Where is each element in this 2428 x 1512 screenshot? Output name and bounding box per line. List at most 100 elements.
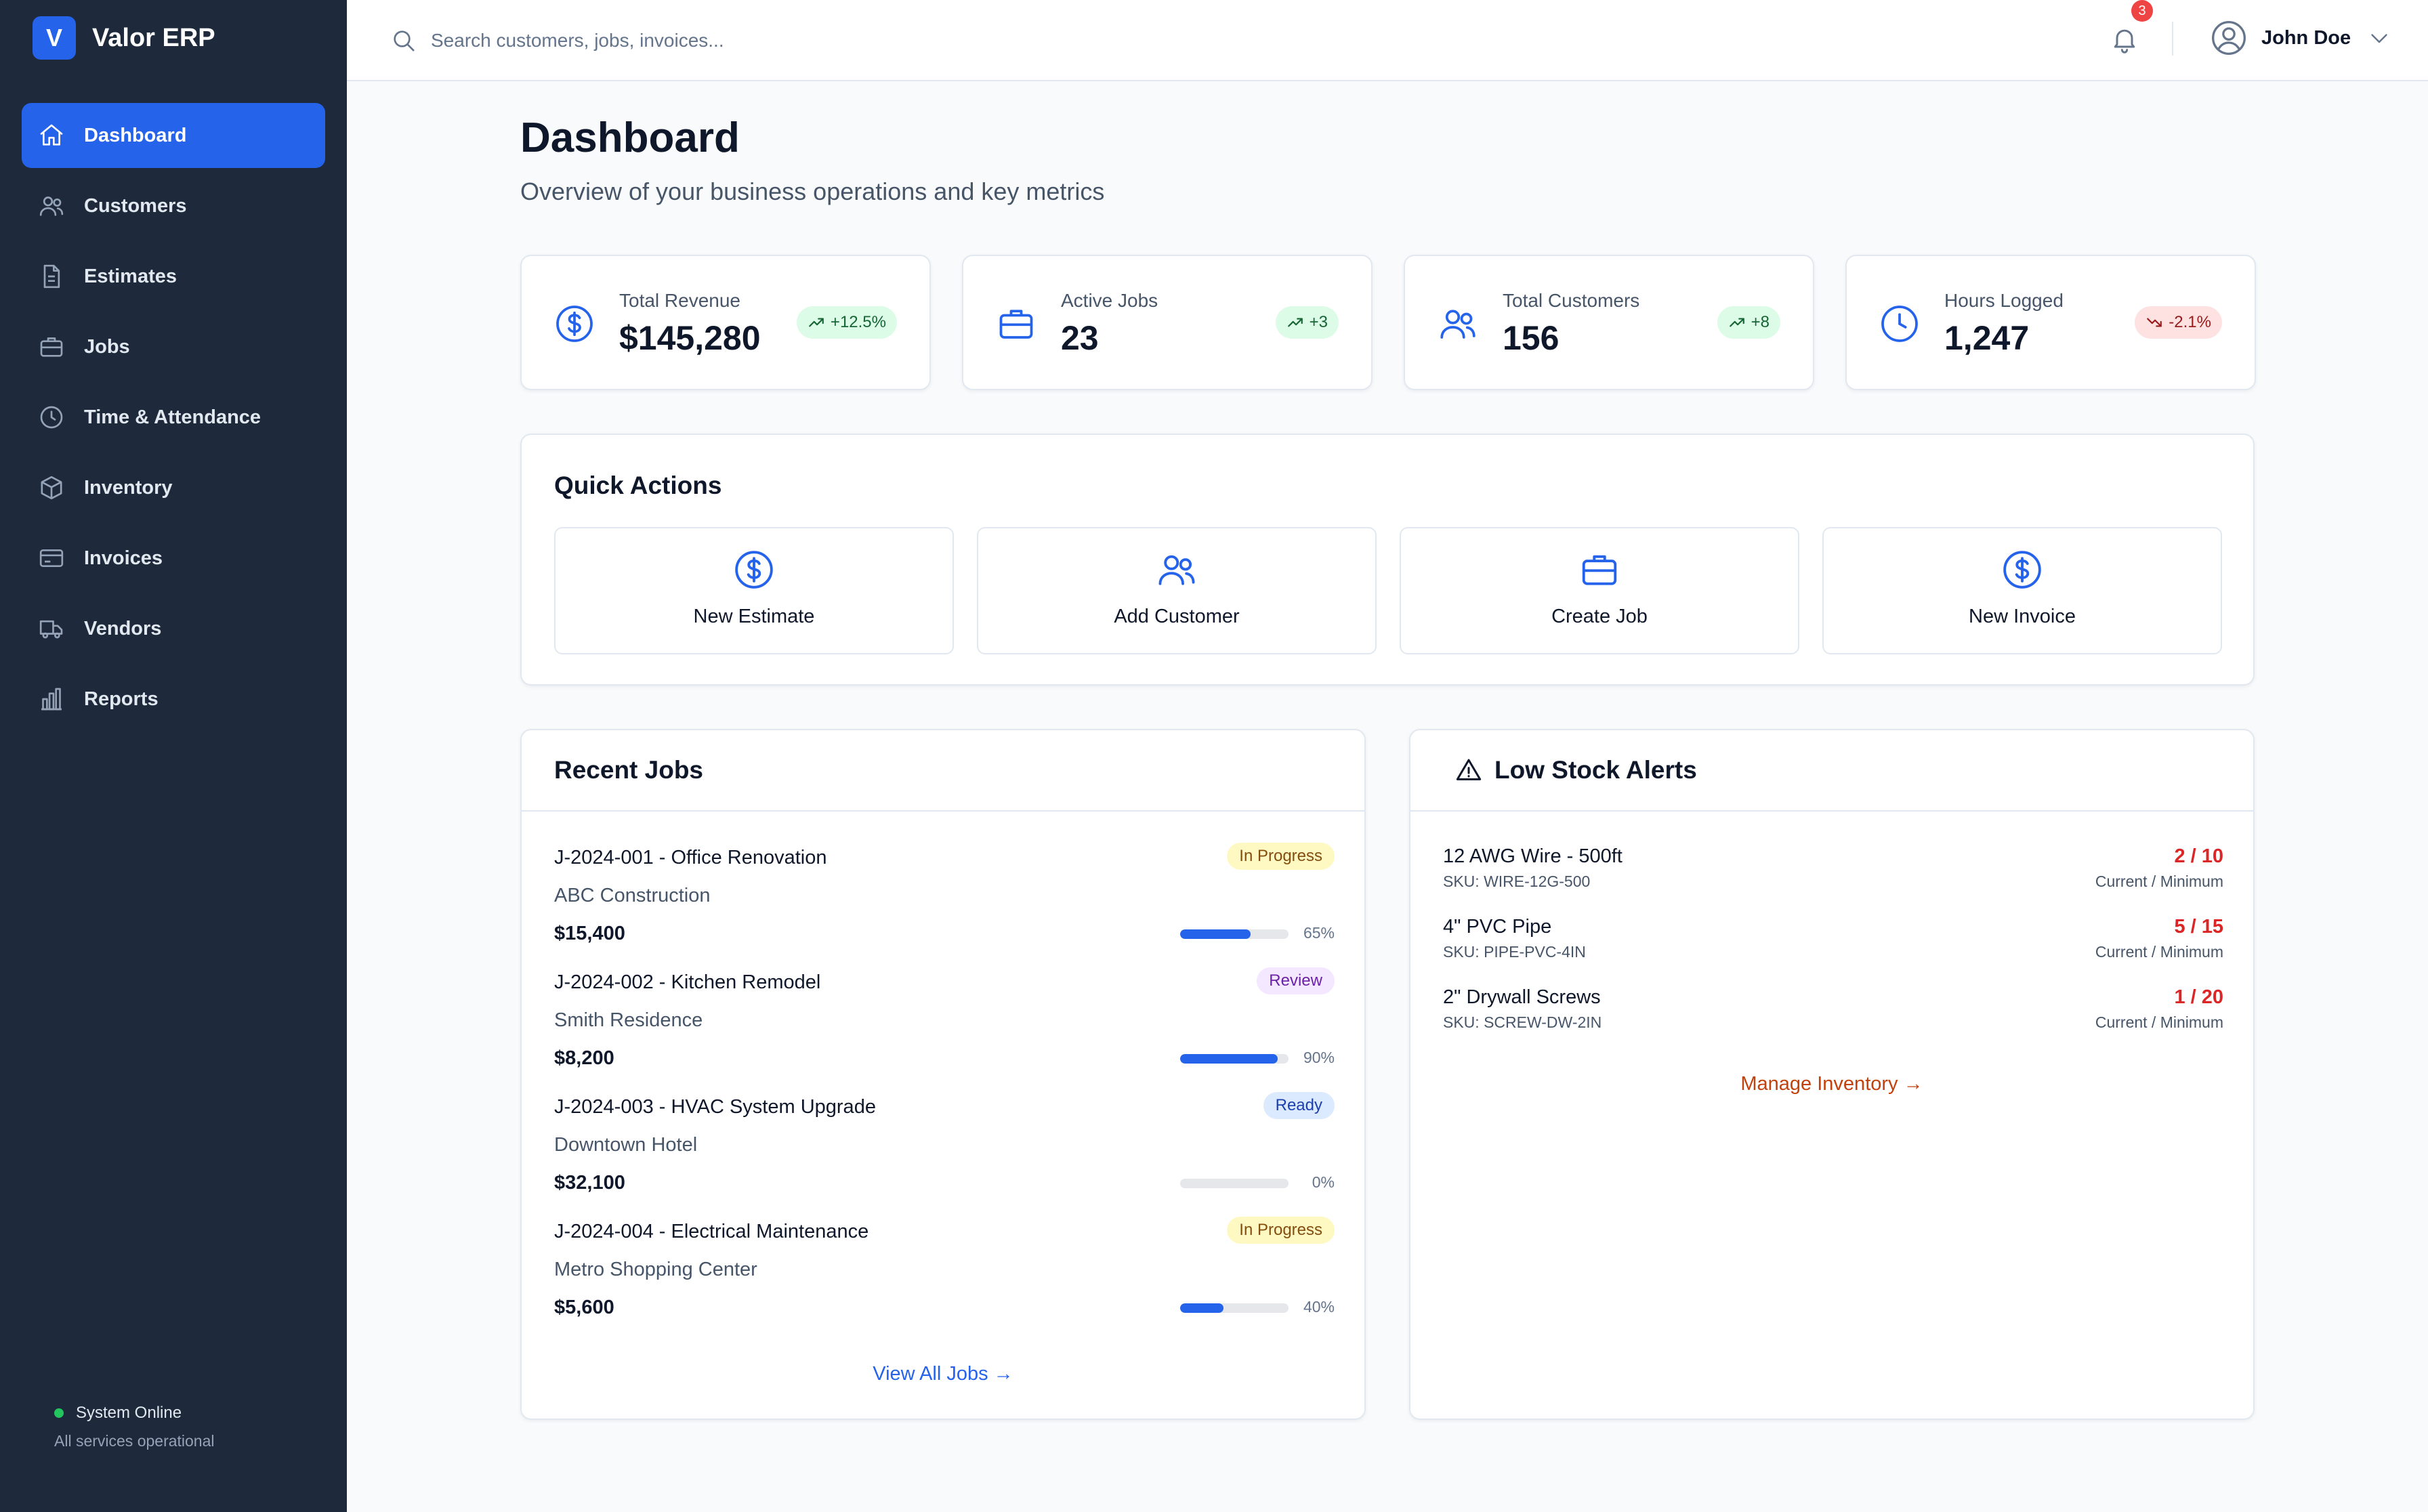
sidebar-item-vendors[interactable]: Vendors [22,596,325,661]
file-icon [38,263,65,290]
sidebar-item-label: Dashboard [84,124,187,146]
progress-percent: 90% [1303,1049,1335,1066]
stat-card-active-jobs: Active Jobs 23 +3 [962,255,1373,390]
sidebar-item-reports[interactable]: Reports [22,667,325,732]
trending-up-icon [1728,314,1746,331]
user-menu[interactable]: John Doe [2210,18,2391,58]
progress-bar [1180,929,1289,939]
topbar-divider [2172,22,2173,56]
sidebar-item-inventory[interactable]: Inventory [22,455,325,520]
add-customer-button[interactable]: Add Customer [977,527,1377,654]
new-estimate-button[interactable]: New Estimate [554,527,954,654]
status-badge: In Progress [1227,843,1335,870]
progress-percent: 40% [1303,1298,1335,1316]
progress-fill [1180,1303,1223,1313]
job-row[interactable]: J-2024-001 - Office Renovation ABC Const… [554,843,1335,971]
job-client: Smith Residence [554,1009,703,1031]
job-amount: $8,200 [554,1047,614,1069]
app-logo: V [33,16,76,60]
clock-icon [1879,303,1920,344]
stat-change-badge: +12.5% [796,306,897,339]
truck-icon [38,615,65,642]
quick-action-label: New Estimate [693,606,815,627]
notification-badge: 3 [2131,0,2153,22]
box-icon [38,474,65,501]
briefcase-icon [996,303,1037,344]
job-row[interactable]: J-2024-002 - Kitchen Remodel Smith Resid… [554,967,1335,1096]
stat-card-customers: Total Customers 156 +8 [1404,255,1814,390]
stat-value: 1,247 [1944,319,2030,357]
progress-fill [1180,1054,1278,1064]
job-row[interactable]: J-2024-003 - HVAC System Upgrade Downtow… [554,1092,1335,1221]
status-badge: In Progress [1227,1217,1335,1244]
chevron-down-icon [2367,26,2391,50]
sidebar-item-estimates[interactable]: Estimates [22,244,325,309]
job-client: Metro Shopping Center [554,1259,757,1280]
trending-down-icon [2146,314,2163,331]
search-input[interactable] [431,30,1041,51]
sidebar-item-dashboard[interactable]: Dashboard [22,103,325,168]
quick-action-label: Add Customer [1114,606,1240,627]
sidebar-item-customers[interactable]: Customers [22,173,325,238]
recent-jobs-title: Recent Jobs [554,756,704,784]
job-client: ABC Construction [554,885,711,906]
job-title: J-2024-002 - Kitchen Remodel [554,971,821,993]
recent-jobs-card: Recent Jobs J-2024-001 - Office Renovati… [520,729,1366,1420]
search-icon [390,27,417,54]
stock-item[interactable]: 4" PVC Pipe SKU: PIPE-PVC-4IN 5 / 15 Cur… [1443,916,2223,970]
app-name: Valor ERP [92,23,215,52]
sidebar-item-label: Time & Attendance [84,406,261,428]
bell-icon [2106,24,2143,54]
manage-inventory-link[interactable]: Manage Inventory → [1410,1073,2253,1095]
user-avatar-icon [2210,19,2248,57]
dollar-icon [733,549,775,591]
notifications-button[interactable]: 3 [2106,0,2153,58]
briefcase-icon [1578,549,1620,591]
stock-item[interactable]: 2" Drywall Screws SKU: SCREW-DW-2IN 1 / … [1443,986,2223,1041]
stat-change-value: -2.1% [2169,313,2211,331]
sidebar-item-label: Reports [84,688,159,710]
job-client: Downtown Hotel [554,1134,698,1156]
stock-name: 4" PVC Pipe [1443,916,1552,938]
view-all-jobs-link[interactable]: View All Jobs → [522,1363,1364,1385]
stock-sku: SKU: PIPE-PVC-4IN [1443,943,1586,961]
quick-action-label: Create Job [1551,606,1648,627]
status-badge: Ready [1263,1092,1335,1119]
users-icon [1438,303,1478,344]
job-amount: $32,100 [554,1172,625,1194]
job-row[interactable]: J-2024-004 - Electrical Maintenance Metr… [554,1217,1335,1345]
create-job-button[interactable]: Create Job [1400,527,1799,654]
stat-change-value: +3 [1309,313,1328,331]
stat-change-badge: +3 [1275,306,1339,339]
sidebar-item-jobs[interactable]: Jobs [22,314,325,379]
sidebar-item-label: Jobs [84,335,130,358]
job-title: J-2024-001 - Office Renovation [554,847,827,868]
card-divider [522,810,1364,812]
job-title: J-2024-003 - HVAC System Upgrade [554,1096,876,1118]
clock-icon [38,404,65,431]
job-amount: $5,600 [554,1297,614,1318]
sidebar: V Valor ERP Dashboard Customers Estimate… [0,0,347,1512]
quick-action-label: New Invoice [1969,606,2076,627]
stock-name: 12 AWG Wire - 500ft [1443,845,1623,867]
users-icon [38,192,65,219]
new-invoice-button[interactable]: New Invoice [1822,527,2222,654]
trending-up-icon [808,314,825,331]
stock-quantity: 1 / 20 [2174,986,2223,1008]
sidebar-item-time-attendance[interactable]: Time & Attendance [22,385,325,450]
users-icon [1156,549,1198,591]
status-label: System Online [76,1404,182,1422]
sidebar-item-invoices[interactable]: Invoices [22,526,325,591]
stock-name: 2" Drywall Screws [1443,986,1601,1008]
stat-label: Total Customers [1503,290,1640,311]
quick-actions-card: Quick Actions New Estimate Add Customer … [520,434,2255,686]
progress-bar [1180,1179,1289,1188]
stock-quantity-note: Current / Minimum [2095,1013,2223,1031]
credit-card-icon [38,545,65,572]
brand[interactable]: V Valor ERP [33,16,215,60]
low-stock-header: Low Stock Alerts [1443,756,1697,784]
user-name: John Doe [2261,26,2351,49]
stat-value: 23 [1061,319,1099,357]
stock-item[interactable]: 12 AWG Wire - 500ft SKU: WIRE-12G-500 2 … [1443,845,2223,900]
stock-quantity: 5 / 15 [2174,916,2223,938]
